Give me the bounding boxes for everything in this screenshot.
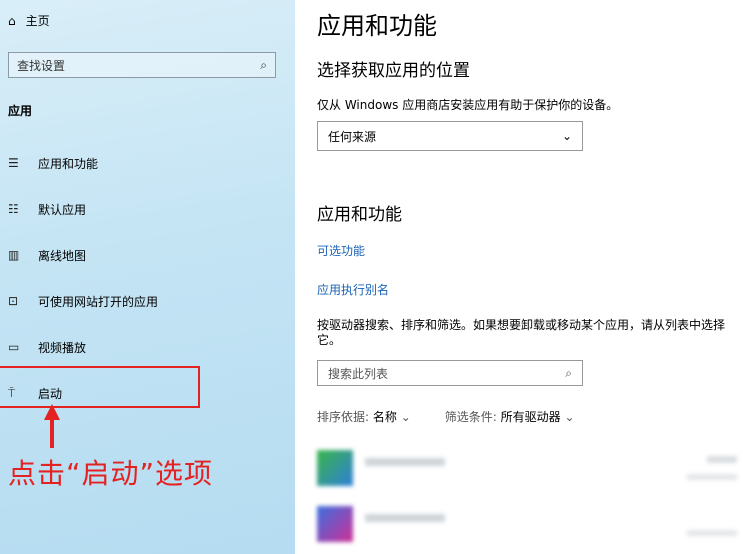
list-item[interactable] <box>317 506 737 546</box>
sort-dropdown[interactable]: 排序依据: 名称 ⌄ <box>317 408 411 425</box>
app-icon <box>317 506 353 542</box>
filter-label: 筛选条件: <box>444 410 497 424</box>
page-title: 应用和功能 <box>317 12 437 40</box>
dropdown-value: 任何来源 <box>328 129 377 144</box>
choose-desc: 仅从 Windows 应用商店安装应用有助于保护你的设备。 <box>317 98 619 112</box>
sidebar-item-apps-features[interactable]: ☰ 应用和功能 <box>8 153 98 173</box>
sidebar: ⌂ 主页 查找设置 ⌕ 应用 ☰ 应用和功能 ☷ 默认应用 ▥ 离线地图 ⊡ 可… <box>0 0 295 554</box>
settings-search-input[interactable]: 查找设置 ⌕ <box>8 52 276 78</box>
app-source-dropdown[interactable]: 任何来源 ⌄ <box>317 121 583 151</box>
filter-value: 所有驱动器 <box>500 410 561 424</box>
home-label: 主页 <box>25 14 50 28</box>
startup-highlight-box <box>0 366 200 408</box>
home-icon: ⌂ <box>8 13 16 28</box>
sidebar-item-label: 可使用网站打开的应用 <box>38 294 159 309</box>
sidebar-item-web-apps[interactable]: ⊡ 可使用网站打开的应用 <box>8 291 158 311</box>
app-size-blurred <box>707 456 737 463</box>
sort-label: 排序依据: <box>317 410 370 424</box>
search-icon: ⌕ <box>565 365 572 380</box>
section-title: 应用 <box>8 104 33 118</box>
search-desc: 按驱动器搜索、排序和筛选。如果想要卸载或移动某个应用，请从列表中选择它。 <box>317 318 726 347</box>
app-name-blurred <box>365 514 445 522</box>
chevron-down-icon: ⌄ <box>400 410 411 424</box>
sidebar-item-offline-maps[interactable]: ▥ 离线地图 <box>8 245 86 265</box>
filter-dropdown[interactable]: 筛选条件: 所有驱动器 ⌄ <box>445 408 575 425</box>
sidebar-item-label: 离线地图 <box>38 248 87 263</box>
chevron-down-icon: ⌄ <box>561 129 572 143</box>
sort-value: 名称 <box>372 410 397 424</box>
map-icon: ▥ <box>8 248 20 262</box>
app-date-blurred <box>687 530 737 536</box>
app-alias-link[interactable]: 应用执行别名 <box>317 281 389 298</box>
list-item[interactable] <box>317 450 737 490</box>
sidebar-item-label: 应用和功能 <box>38 156 99 171</box>
app-date-blurred <box>687 474 737 480</box>
settings-search-placeholder: 查找设置 <box>17 58 66 73</box>
filter-bar: 排序依据: 名称 ⌄ 筛选条件: 所有驱动器 ⌄ <box>317 408 575 425</box>
search-icon: ⌕ <box>260 57 267 72</box>
sidebar-item-label: 视频播放 <box>38 340 87 355</box>
list-icon: ☰ <box>8 156 19 170</box>
video-icon: ▭ <box>8 340 20 354</box>
app-name-blurred <box>365 458 445 466</box>
choose-heading: 选择获取应用的位置 <box>317 61 470 81</box>
chevron-down-icon: ⌄ <box>564 410 575 424</box>
sidebar-home[interactable]: ⌂ 主页 <box>8 12 50 29</box>
default-apps-icon: ☷ <box>8 202 19 216</box>
sidebar-item-label: 默认应用 <box>38 202 87 217</box>
list-search-placeholder: 搜索此列表 <box>328 366 389 381</box>
web-app-icon: ⊡ <box>8 294 19 308</box>
main-panel: 应用和功能 选择获取应用的位置 仅从 Windows 应用商店安装应用有助于保护… <box>295 0 743 554</box>
sidebar-item-video-playback[interactable]: ▭ 视频播放 <box>8 337 86 357</box>
apps-heading: 应用和功能 <box>317 205 402 225</box>
arrow-shaft <box>50 418 54 448</box>
optional-features-link[interactable]: 可选功能 <box>317 242 365 259</box>
sidebar-item-default-apps[interactable]: ☷ 默认应用 <box>8 199 86 219</box>
app-icon <box>317 450 353 486</box>
list-search-input[interactable]: 搜索此列表 ⌕ <box>317 360 583 386</box>
annotation-text: 点击“启动”选项 <box>8 457 214 490</box>
